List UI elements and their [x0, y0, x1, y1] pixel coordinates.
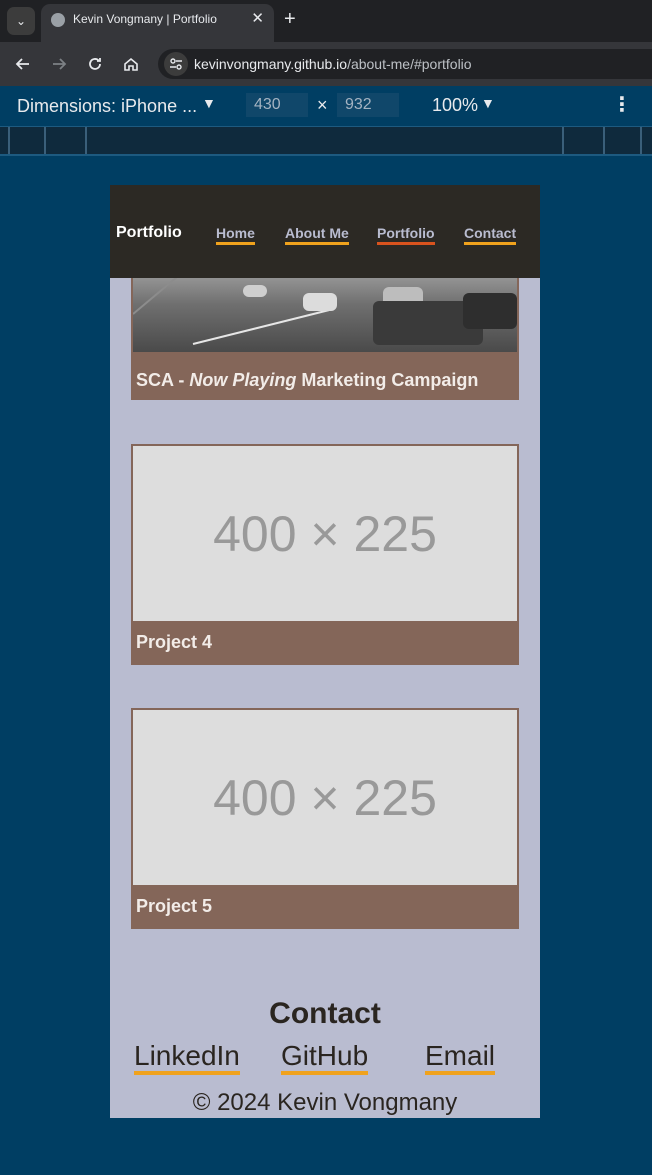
url-text: kevinvongmany.github.io/about-me/#portfo… [194, 56, 472, 72]
device-toolbar: Dimensions: iPhone ... ▼ 430 × 932 100% … [0, 86, 652, 127]
close-tab-icon[interactable]: ✕ [251, 9, 264, 27]
new-tab-button[interactable]: + [284, 8, 296, 31]
car [303, 293, 337, 311]
tab-title: Kevin Vongmany | Portfolio [73, 12, 217, 26]
ruler-segment[interactable] [8, 127, 10, 154]
reload-icon [89, 58, 101, 70]
dimension-separator: × [317, 95, 328, 115]
back-arrow-icon [15, 58, 29, 70]
browser-toolbar: kevinvongmany.github.io/about-me/#portfo… [0, 42, 652, 86]
project-card-sca[interactable]: SCA - Now Playing Marketing Campaign [131, 273, 519, 400]
ruler-divider [0, 154, 652, 156]
nav-link-home[interactable]: Home [216, 225, 255, 245]
caption-italic: Now Playing [189, 370, 297, 390]
ruler-segment[interactable] [640, 127, 642, 154]
road-marking [192, 309, 330, 345]
project-photo-traffic [133, 273, 517, 352]
caret-down-icon[interactable]: ▼ [481, 95, 495, 111]
caption-suffix: Marketing Campaign [296, 370, 479, 390]
home-icon [124, 57, 138, 71]
ruler-segment[interactable] [44, 127, 46, 154]
device-viewport: Portfolio Home About Me Portfolio Contac… [110, 185, 540, 1118]
browser-tab-bar: ⌄ Kevin Vongmany | Portfolio ✕ + [0, 0, 652, 42]
more-options-icon[interactable]: ⋮ [612, 92, 632, 117]
nav-link-portfolio[interactable]: Portfolio [377, 225, 435, 245]
device-select[interactable]: Dimensions: iPhone ... [17, 96, 197, 117]
globe-icon [51, 13, 65, 27]
project-caption: Project 4 [136, 632, 213, 652]
site-settings-icon[interactable] [164, 52, 188, 76]
caption-prefix: SCA - [136, 370, 190, 390]
ruler-segment[interactable] [85, 127, 87, 154]
browser-tab[interactable]: Kevin Vongmany | Portfolio ✕ [41, 4, 274, 42]
back-button[interactable] [10, 51, 36, 77]
project-card-4[interactable]: 400 × 225 Project 4 [131, 444, 519, 665]
contact-link-github[interactable]: GitHub [281, 1041, 369, 1075]
home-button[interactable] [118, 51, 144, 77]
address-bar[interactable]: kevinvongmany.github.io/about-me/#portfo… [158, 49, 652, 79]
width-input[interactable]: 430 [246, 93, 308, 117]
nav-link-about-me[interactable]: About Me [285, 225, 349, 245]
site-navbar: Portfolio Home About Me Portfolio Contac… [110, 185, 540, 278]
tab-search-button[interactable]: ⌄ [7, 7, 35, 35]
ruler-segment[interactable] [562, 127, 564, 154]
ruler-segment[interactable] [603, 127, 605, 154]
project-caption: SCA - Now Playing Marketing Campaign [136, 370, 478, 391]
project-card-5[interactable]: 400 × 225 Project 5 [131, 708, 519, 929]
contact-heading: Contact [269, 997, 381, 1030]
zoom-select[interactable]: 100% [432, 95, 478, 116]
forward-arrow-icon [53, 58, 67, 70]
project-caption: Project 5 [136, 896, 213, 916]
url-host: kevinvongmany.github.io [194, 56, 348, 72]
project-image-placeholder: 400 × 225 [133, 710, 517, 885]
project-image-placeholder: 400 × 225 [133, 446, 517, 621]
road-barrier [133, 273, 195, 315]
contact-link-linkedin[interactable]: LinkedIn [134, 1041, 240, 1075]
nav-link-contact[interactable]: Contact [464, 225, 517, 245]
car [463, 293, 517, 329]
contact-link-email[interactable]: Email [425, 1041, 496, 1075]
chevron-down-icon: ⌄ [15, 14, 27, 28]
caret-down-icon[interactable]: ▼ [202, 95, 216, 111]
car [243, 285, 267, 297]
url-path: /about-me/#portfolio [347, 56, 472, 72]
copyright-text: © 2024 Kevin Vongmany [192, 1089, 458, 1116]
reload-button[interactable] [82, 51, 108, 77]
forward-button[interactable] [46, 51, 72, 77]
height-input[interactable]: 932 [337, 93, 399, 117]
media-query-ruler [0, 127, 652, 154]
site-brand[interactable]: Portfolio [116, 224, 182, 242]
